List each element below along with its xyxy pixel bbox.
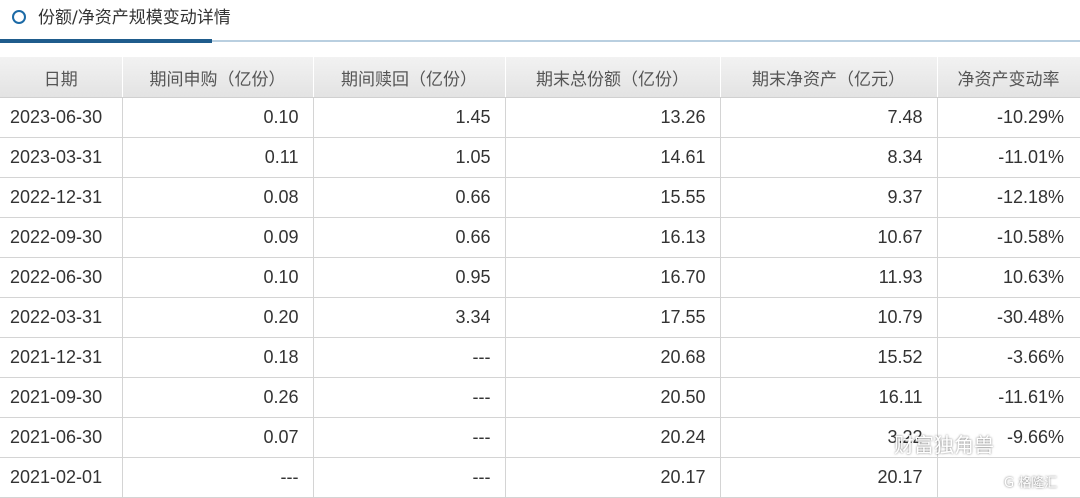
cell-redemption: ---: [313, 417, 506, 458]
cell-total-shares: 14.61: [505, 137, 721, 178]
header-accent-bar: [0, 39, 212, 43]
table-row: 2023-06-30 0.10 1.45 13.26 7.48 -10.29%: [0, 97, 1080, 138]
cell-total-shares: 13.26: [505, 97, 721, 138]
cell-net-assets: 7.48: [720, 97, 938, 138]
cell-change-rate: -30.48%: [937, 297, 1080, 338]
cell-net-assets: 16.11: [720, 377, 938, 418]
circle-bullet-icon: [12, 10, 26, 24]
cell-change-rate: -11.01%: [937, 137, 1080, 178]
cell-redemption: ---: [313, 377, 506, 418]
cell-change-rate: -11.61%: [937, 377, 1080, 418]
cell-subscription: 0.26: [122, 377, 314, 418]
cell-change-rate: -10.58%: [937, 217, 1080, 258]
cell-date: 2023-03-31: [0, 137, 123, 178]
watermark-text: 财富独角兽: [894, 432, 994, 457]
table-row: 2022-09-30 0.09 0.66 16.13 10.67 -10.58%: [0, 217, 1080, 258]
cell-subscription: 0.18: [122, 337, 314, 378]
cell-total-shares: 17.55: [505, 297, 721, 338]
cell-date: 2022-09-30: [0, 217, 123, 258]
cell-net-assets: 10.79: [720, 297, 938, 338]
cell-subscription: 0.10: [122, 257, 314, 298]
table-row: 2022-06-30 0.10 0.95 16.70 11.93 10.63%: [0, 257, 1080, 298]
cell-subscription: ---: [122, 457, 314, 498]
section-header: 份额/净资产规模变动详情: [0, 0, 1080, 43]
cell-redemption: 0.66: [313, 177, 506, 218]
table-row: 2021-02-01 --- --- 20.17 20.17: [0, 457, 1080, 498]
column-header-redemption[interactable]: 期间赎回（亿份）: [313, 57, 506, 98]
column-header-net-assets[interactable]: 期末净资产（亿元）: [720, 57, 938, 98]
cell-date: 2022-06-30: [0, 257, 123, 298]
section-title: 份额/净资产规模变动详情: [38, 8, 231, 28]
cell-subscription: 0.08: [122, 177, 314, 218]
wechat-watermark: 财富独角兽: [860, 428, 994, 458]
cell-redemption: 0.95: [313, 257, 506, 298]
cell-redemption: ---: [313, 457, 506, 498]
column-header-change-rate[interactable]: 净资产变动率: [937, 57, 1080, 98]
cell-redemption: 3.34: [313, 297, 506, 338]
cell-change-rate: 10.63%: [937, 257, 1080, 298]
cell-date: 2021-02-01: [0, 457, 123, 498]
column-header-date[interactable]: 日期: [0, 57, 123, 98]
cell-net-assets: 11.93: [720, 257, 938, 298]
cell-net-assets: 20.17: [720, 457, 938, 498]
cell-total-shares: 16.70: [505, 257, 721, 298]
cell-change-rate: -3.66%: [937, 337, 1080, 378]
table-row: 2023-03-31 0.11 1.05 14.61 8.34 -11.01%: [0, 137, 1080, 178]
cell-date: 2022-03-31: [0, 297, 123, 338]
cell-total-shares: 20.24: [505, 417, 721, 458]
cell-net-assets: 9.37: [720, 177, 938, 218]
cell-total-shares: 20.50: [505, 377, 721, 418]
cell-total-shares: 16.13: [505, 217, 721, 258]
table-row: 2022-12-31 0.08 0.66 15.55 9.37 -12.18%: [0, 177, 1080, 218]
wechat-logo-icon: [860, 431, 890, 455]
table-row: 2022-03-31 0.20 3.34 17.55 10.79 -30.48%: [0, 297, 1080, 338]
cell-date: 2023-06-30: [0, 97, 123, 138]
cell-date: 2022-12-31: [0, 177, 123, 218]
watermark-sub: G 格隆汇: [1004, 476, 1058, 491]
cell-redemption: 0.66: [313, 217, 506, 258]
cell-subscription: 0.09: [122, 217, 314, 258]
cell-net-assets: 10.67: [720, 217, 938, 258]
cell-subscription: 0.11: [122, 137, 314, 178]
table-row: 2021-09-30 0.26 --- 20.50 16.11 -11.61%: [0, 377, 1080, 418]
cell-subscription: 0.10: [122, 97, 314, 138]
table-row: 2021-12-31 0.18 --- 20.68 15.52 -3.66%: [0, 337, 1080, 378]
cell-redemption: 1.45: [313, 97, 506, 138]
cell-subscription: 0.20: [122, 297, 314, 338]
cell-date: 2021-09-30: [0, 377, 123, 418]
cell-net-assets: 8.34: [720, 137, 938, 178]
cell-date: 2021-06-30: [0, 417, 123, 458]
cell-subscription: 0.07: [122, 417, 314, 458]
cell-net-assets: 15.52: [720, 337, 938, 378]
column-header-subscription[interactable]: 期间申购（亿份）: [122, 57, 314, 98]
table-header-row: 日期 期间申购（亿份） 期间赎回（亿份） 期末总份额（亿份） 期末净资产（亿元）…: [0, 57, 1080, 98]
cell-change-rate: -10.29%: [937, 97, 1080, 138]
cell-date: 2021-12-31: [0, 337, 123, 378]
cell-change-rate: -12.18%: [937, 177, 1080, 218]
cell-redemption: 1.05: [313, 137, 506, 178]
column-header-total-shares[interactable]: 期末总份额（亿份）: [505, 57, 721, 98]
cell-redemption: ---: [313, 337, 506, 378]
cell-total-shares: 20.68: [505, 337, 721, 378]
cell-total-shares: 20.17: [505, 457, 721, 498]
cell-total-shares: 15.55: [505, 177, 721, 218]
